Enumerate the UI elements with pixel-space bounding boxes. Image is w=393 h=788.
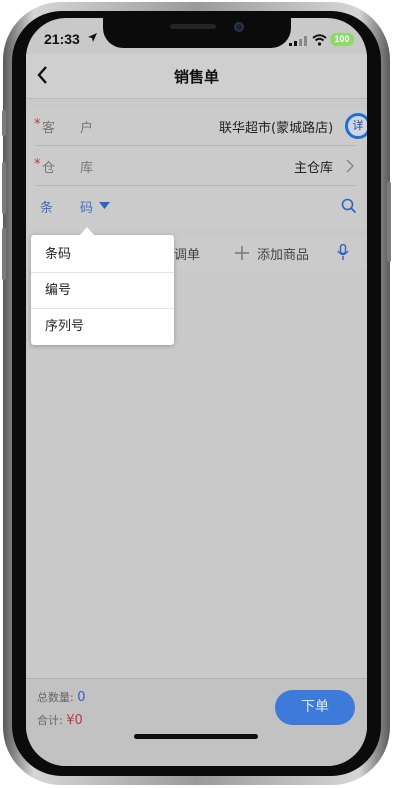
- plus-icon[interactable]: [235, 246, 249, 260]
- footer-bar: 总数量: 0 合计: ¥0 下单: [26, 678, 367, 766]
- dropdown-option-serial[interactable]: 序列号: [31, 309, 174, 345]
- dropdown-option-barcode[interactable]: 条码: [31, 237, 174, 273]
- customer-label-2: 户: [80, 121, 94, 136]
- adjust-order-button[interactable]: 调单: [174, 244, 200, 263]
- microphone-icon[interactable]: [337, 244, 349, 261]
- signal-icon: [289, 36, 307, 46]
- search-icon[interactable]: [341, 198, 357, 214]
- place-order-button[interactable]: 下单: [275, 690, 355, 725]
- required-star: *: [34, 117, 41, 132]
- total-quantity: 总数量: 0: [37, 689, 86, 705]
- nav-bar: 销售单: [26, 54, 367, 99]
- search-type-dropdown: 条码 编号 序列号: [31, 227, 174, 345]
- search-type-label-2[interactable]: 码: [80, 197, 93, 216]
- search-row: 条 码: [26, 186, 367, 226]
- dropdown-option-number[interactable]: 编号: [31, 273, 174, 309]
- mute-switch: [2, 110, 6, 136]
- warehouse-row[interactable]: * 仓 库 主仓库: [26, 146, 367, 186]
- total-sum: 合计: ¥0: [37, 712, 83, 728]
- total-quantity-label: 总数量:: [37, 691, 74, 704]
- detail-button[interactable]: 详: [345, 113, 367, 139]
- home-indicator[interactable]: [134, 734, 258, 739]
- search-type-label-1[interactable]: 条: [40, 197, 53, 216]
- dropdown-caret: [79, 227, 95, 236]
- required-star: *: [34, 157, 41, 172]
- total-sum-label: 合计:: [37, 714, 63, 727]
- status-time: 21:33: [44, 31, 80, 47]
- volume-up-button: [2, 162, 6, 214]
- add-product-button[interactable]: 添加商品: [257, 244, 309, 263]
- page-title: 销售单: [173, 68, 219, 86]
- battery-icon: 100: [330, 33, 354, 46]
- warehouse-label-2: 库: [80, 161, 94, 176]
- power-button: [387, 182, 391, 262]
- chevron-right-icon: [346, 159, 354, 173]
- status-bar: 21:33 100: [26, 28, 367, 52]
- customer-value: 联华超市(蒙城路店): [219, 121, 334, 136]
- customer-label-1: 客: [42, 121, 56, 136]
- total-quantity-value: 0: [77, 690, 86, 705]
- warehouse-label-1: 仓: [42, 161, 56, 176]
- total-sum-value: ¥0: [66, 713, 83, 728]
- order-info-card: * 客 户 联华超市(蒙城路店) 详 * 仓 库 主仓库 条 码: [26, 106, 367, 230]
- wifi-icon: [312, 34, 327, 46]
- volume-down-button: [2, 228, 6, 280]
- screen: 21:33 100 销售单 * 客 户 联华超市(蒙城路店) 详 * 仓 库 主…: [26, 18, 367, 766]
- customer-row[interactable]: * 客 户 联华超市(蒙城路店) 详: [26, 106, 367, 146]
- location-arrow-icon: [88, 33, 97, 42]
- warehouse-value: 主仓库: [294, 161, 334, 176]
- caret-down-icon[interactable]: [99, 202, 110, 209]
